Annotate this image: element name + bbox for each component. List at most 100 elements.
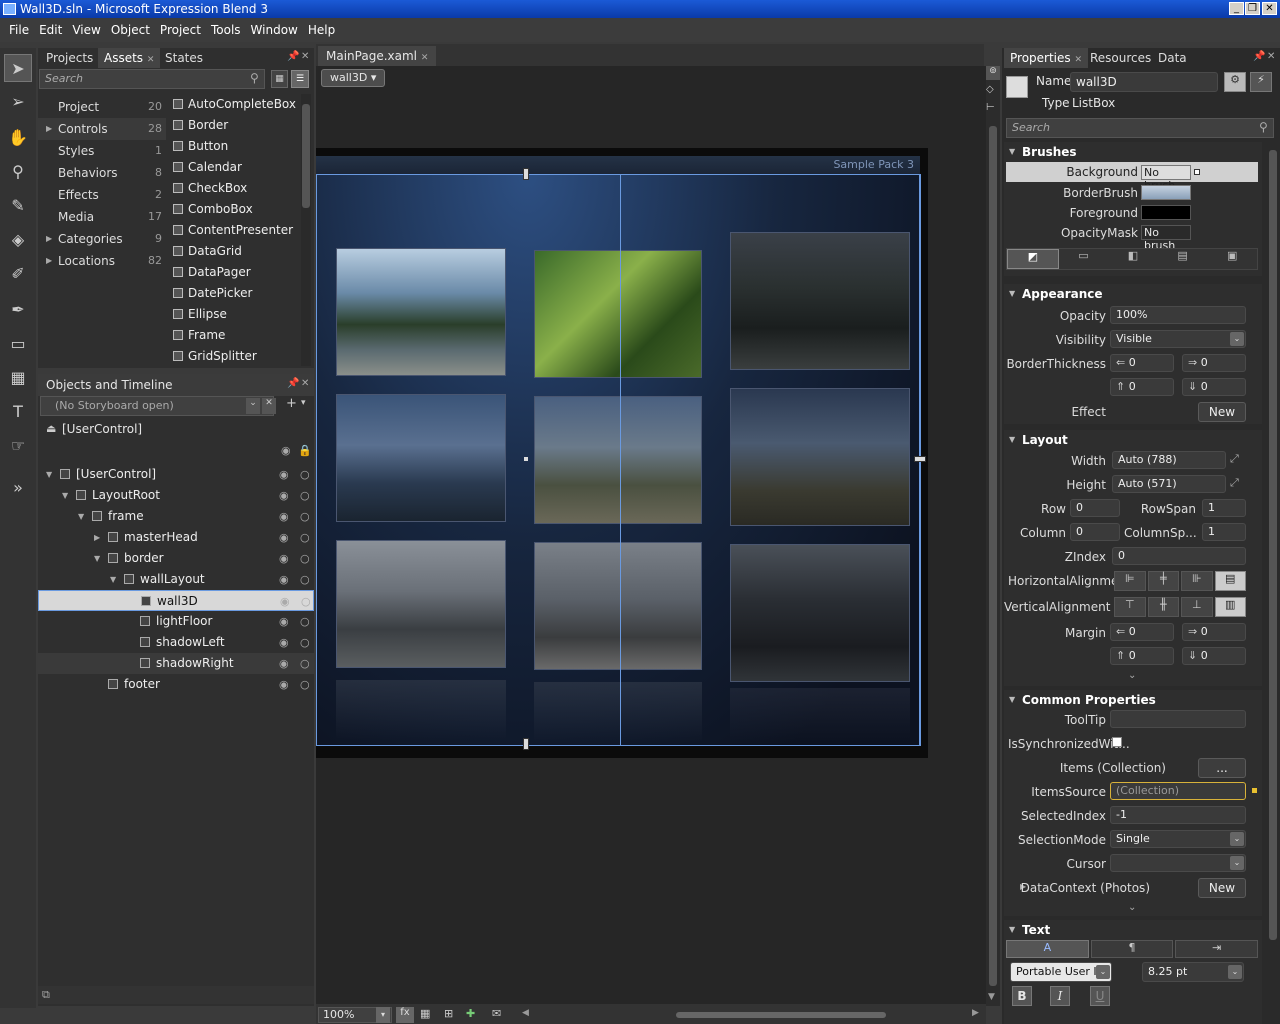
lock-toggle-icon[interactable]: ○ xyxy=(300,569,310,590)
common-properties-header[interactable]: Common Properties xyxy=(1004,690,1262,710)
asset-item[interactable]: Button xyxy=(170,136,228,157)
asset-item[interactable]: Frame xyxy=(170,325,225,346)
chevron-down-icon[interactable]: ⌄ xyxy=(1230,832,1244,846)
expand-advanced-icon[interactable]: ⌄ xyxy=(1128,670,1136,681)
lock-toggle-icon[interactable]: ○ xyxy=(300,674,310,695)
opacitymask-swatch[interactable]: No brush xyxy=(1141,225,1191,252)
eye-icon[interactable]: ◉ xyxy=(279,632,289,653)
font-tab-icon[interactable]: A xyxy=(1006,940,1089,958)
close-icon[interactable]: ✕ xyxy=(301,51,309,62)
close-storyboard-icon[interactable]: ✕ xyxy=(262,398,276,414)
tree-item-border[interactable]: ▼ border ◉ ○ xyxy=(38,548,314,569)
scroll-down-icon[interactable]: ▼ xyxy=(988,992,995,1002)
asset-item[interactable]: ComboBox xyxy=(170,199,253,220)
margin-bottom-input[interactable]: ⇓ 0 xyxy=(1182,647,1246,665)
eye-icon[interactable]: ◉ xyxy=(281,444,291,457)
bt-top-input[interactable]: ⇑ 0 xyxy=(1110,378,1174,396)
effects-toggle-icon[interactable]: fx xyxy=(396,1007,414,1023)
tab-states[interactable]: States xyxy=(159,48,209,68)
tree-item-wall3d[interactable]: wall3D ◉ ○ xyxy=(38,590,314,611)
foreground-swatch[interactable] xyxy=(1141,205,1191,220)
rectangle-tool-icon[interactable]: ▭ xyxy=(4,330,32,358)
zoom-tool-icon[interactable]: ⚲ xyxy=(4,158,32,186)
asset-library-icon[interactable]: » xyxy=(4,474,32,502)
asset-item[interactable]: AutoCompleteBox xyxy=(170,94,296,115)
xaml-view-icon[interactable]: ⊢ xyxy=(986,102,995,113)
height-input[interactable]: Auto (571) xyxy=(1112,475,1226,493)
properties-mode-icon[interactable]: ⚙ xyxy=(1224,72,1246,92)
expand-icon[interactable]: ▼ xyxy=(78,506,84,527)
tree-item-walllayout[interactable]: ▼ wallLayout ◉ ○ xyxy=(38,569,314,590)
bt-left-input[interactable]: ⇐ 0 xyxy=(1110,354,1174,372)
tree-item-shadowleft[interactable]: shadowLeft ◉ ○ xyxy=(38,632,314,653)
pin-icon[interactable]: 📌 xyxy=(287,51,299,62)
solid-brush-icon[interactable]: ▭ xyxy=(1059,249,1109,269)
tree-item-usercontrol[interactable]: ▼ [UserControl] ◉ ○ xyxy=(38,464,314,485)
annotations-icon[interactable]: ✉ xyxy=(492,1007,501,1020)
underline-button[interactable]: U xyxy=(1090,986,1110,1006)
result-icon[interactable]: ⊚ xyxy=(986,66,1000,80)
align-bottom-icon[interactable]: ⊥ xyxy=(1181,597,1213,617)
storyboard-picker[interactable]: (No Storyboard open) xyxy=(40,396,274,416)
tree-item-lightfloor[interactable]: lightFloor ◉ ○ xyxy=(38,611,314,632)
grid-view-icon[interactable]: ▦ xyxy=(271,70,288,88)
tab-assets[interactable]: Assets ✕ xyxy=(98,48,161,68)
menu-help[interactable]: Help xyxy=(303,23,340,37)
background-brush-swatch[interactable]: No brush xyxy=(1141,165,1191,192)
close-icon[interactable]: ✕ xyxy=(147,55,155,65)
events-mode-icon[interactable]: ⚡ xyxy=(1250,72,1272,92)
resource-brush-icon[interactable]: ▣ xyxy=(1207,249,1257,269)
selection-tool-icon[interactable]: ➤ xyxy=(4,54,32,82)
lock-toggle-icon[interactable]: ○ xyxy=(300,506,310,527)
align-middle-icon[interactable]: ╫ xyxy=(1147,597,1179,617)
scroll-left-icon[interactable]: ◀ xyxy=(522,1008,529,1018)
scope-up-icon[interactable]: ⏏ xyxy=(46,422,56,435)
close-icon[interactable]: ✕ xyxy=(301,378,309,389)
databinding-indicator[interactable] xyxy=(1252,788,1257,793)
eye-icon[interactable]: ◉ xyxy=(279,548,289,569)
lock-icon[interactable]: 🔒 xyxy=(298,444,312,457)
chevron-down-icon[interactable]: ⌄ xyxy=(1096,965,1110,979)
asset-item[interactable]: GridSplitter xyxy=(170,346,257,367)
opacity-input[interactable]: 100% xyxy=(1110,306,1246,324)
tree-item-footer[interactable]: footer ◉ ○ xyxy=(38,674,314,695)
lock-toggle-icon[interactable]: ○ xyxy=(300,611,310,632)
cursor-select[interactable]: ⌄ xyxy=(1110,854,1246,872)
asset-item[interactable]: Calendar xyxy=(170,157,242,178)
properties-search-input[interactable]: Search xyxy=(1006,118,1274,138)
center-point[interactable] xyxy=(524,457,528,461)
indent-tab-icon[interactable]: ⇥ xyxy=(1175,940,1259,958)
pan-tool-icon[interactable]: ✋ xyxy=(4,124,32,152)
pin-icon[interactable]: 📌 xyxy=(1253,51,1265,62)
tab-resources[interactable]: Resources xyxy=(1084,48,1157,68)
text-header[interactable]: Text xyxy=(1004,920,1262,940)
paragraph-tab-icon[interactable]: ¶ xyxy=(1090,940,1174,958)
visibility-select[interactable]: Visible ⌄ xyxy=(1110,330,1246,348)
font-size-select[interactable]: 8.25 pt ⌄ xyxy=(1142,962,1244,982)
resize-handle[interactable] xyxy=(523,738,529,750)
bt-bottom-input[interactable]: ⇓ 0 xyxy=(1182,378,1246,396)
rowspan-input[interactable]: 1 xyxy=(1202,499,1246,517)
expand-icon[interactable]: ▼ xyxy=(110,569,116,590)
eye-icon[interactable]: ◉ xyxy=(279,569,289,590)
horizontal-scrollbar-thumb[interactable] xyxy=(676,1012,886,1018)
menu-tools[interactable]: Tools xyxy=(206,23,246,37)
columnspan-input[interactable]: 1 xyxy=(1202,523,1246,541)
eye-icon[interactable]: ◉ xyxy=(279,506,289,527)
tile-brush-icon[interactable]: ▤ xyxy=(1158,249,1208,269)
scope-label[interactable]: [UserControl] xyxy=(62,422,142,436)
width-input[interactable]: Auto (788) xyxy=(1112,451,1226,469)
controls-tool-icon[interactable]: ☞ xyxy=(4,432,32,460)
selectedindex-input[interactable]: -1 xyxy=(1110,806,1246,824)
auto-size-icon[interactable]: ⤢ xyxy=(1230,452,1239,466)
tree-item-frame[interactable]: ▼ frame ◉ ○ xyxy=(38,506,314,527)
timeline-icon[interactable]: ⧉ xyxy=(42,988,50,1002)
brush-transform-tool-icon[interactable]: ✐ xyxy=(4,260,32,288)
text-tool-icon[interactable]: T xyxy=(4,398,32,426)
appearance-header[interactable]: Appearance xyxy=(1004,284,1262,304)
direct-selection-tool-icon[interactable]: ➢ xyxy=(4,88,32,116)
borderbrush-swatch[interactable] xyxy=(1141,185,1191,200)
scrollbar-thumb[interactable] xyxy=(302,104,310,208)
datacontext-new-button[interactable]: New xyxy=(1198,878,1246,898)
tree-item-masterhead[interactable]: ▶ masterHead ◉ ○ xyxy=(38,527,314,548)
